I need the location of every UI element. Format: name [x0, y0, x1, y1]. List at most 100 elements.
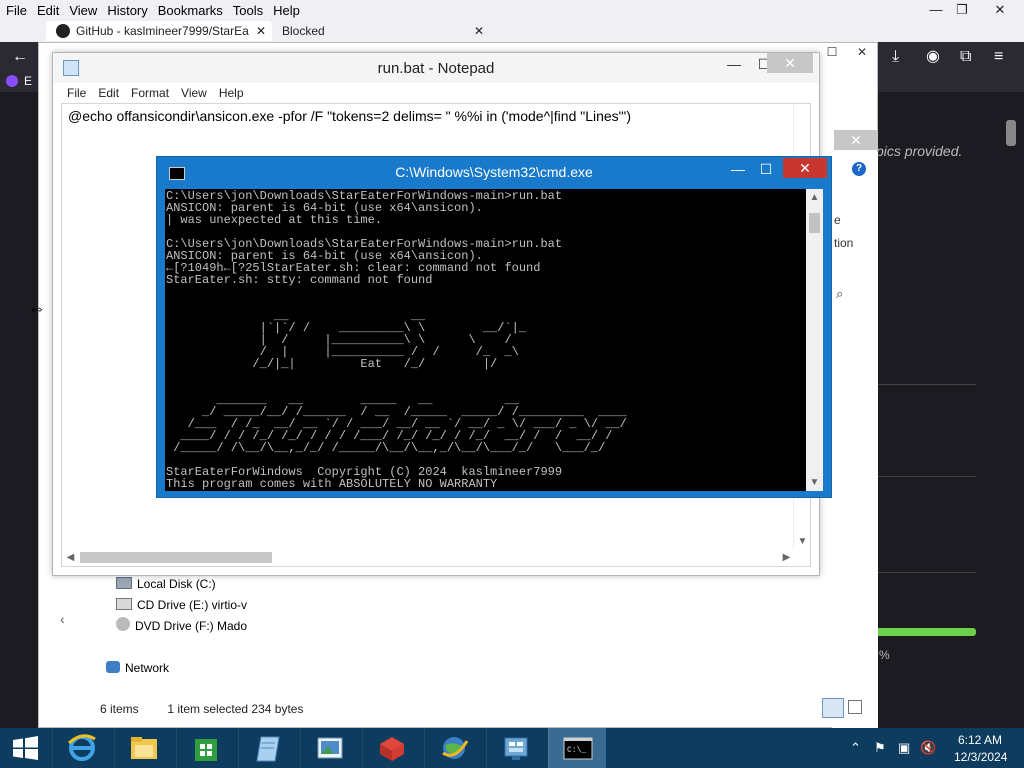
cmd-minimize-button[interactable]: —: [725, 160, 751, 178]
notepad-minimize-button[interactable]: —: [719, 53, 749, 75]
menu-bookmarks[interactable]: Bookmarks: [153, 3, 228, 18]
menu-view[interactable]: View: [64, 3, 102, 18]
dvd-drive-icon: [116, 617, 130, 631]
percent-fragment: %: [879, 648, 890, 662]
notepad-menu-view[interactable]: View: [175, 86, 213, 100]
tab-close-icon[interactable]: ✕: [256, 21, 266, 41]
menu-history[interactable]: History: [102, 3, 152, 18]
notepad-close-button[interactable]: ✕: [767, 53, 813, 73]
divider: [878, 572, 976, 573]
details-text-fragment: e: [834, 213, 841, 227]
cmd-icon: C:\_: [563, 737, 593, 760]
tree-item-label: Network: [125, 661, 170, 675]
tab-github[interactable]: GitHub - kaslmineer7999/StarEa ✕: [46, 21, 272, 41]
store-icon: [195, 739, 217, 761]
collapse-arrow-icon[interactable]: ‹: [60, 611, 65, 627]
clock-date[interactable]: 12/3/2024: [954, 750, 1007, 764]
explorer-maximize-button[interactable]: ☐: [817, 43, 847, 63]
scroll-up-arrow-icon[interactable]: ▲: [806, 189, 823, 206]
cmd-console[interactable]: C:\Users\jon\Downloads\StarEaterForWindo…: [165, 189, 806, 491]
tree-item-dvd-drive[interactable]: DVD Drive (F:) Mado: [116, 617, 247, 635]
notepad-menu-format[interactable]: Format: [125, 86, 175, 100]
explorer-status-bar: 6 items 1 item selected 234 bytes: [100, 702, 303, 716]
taskbar-internet-explorer[interactable]: [52, 728, 110, 768]
menu-file[interactable]: File: [0, 3, 32, 18]
tree-item-label: CD Drive (E:) virtio-v: [137, 598, 247, 612]
notepad-icon: [256, 736, 280, 762]
cmd-scrollbar[interactable]: ▲ ▼: [806, 189, 823, 491]
volume-muted-icon[interactable]: 🔇: [920, 740, 936, 756]
back-icon[interactable]: ←: [12, 47, 28, 67]
cmd-maximize-button[interactable]: ☐: [753, 160, 779, 178]
tree-item-local-disk[interactable]: Local Disk (C:): [116, 575, 216, 593]
tree-item-network[interactable]: Network: [106, 659, 169, 677]
large-icons-view-button[interactable]: [848, 700, 862, 714]
taskbar-cmd[interactable]: C:\_: [548, 728, 606, 768]
dialog-close-button[interactable]: ✕: [834, 130, 878, 150]
clock-time[interactable]: 6:12 AM: [958, 733, 1002, 747]
notepad-content[interactable]: @echo offansicondir\ansicon.exe -pfor /F…: [68, 108, 631, 124]
download-icon[interactable]: ⤓: [892, 47, 899, 67]
taskbar-photos[interactable]: [300, 728, 358, 768]
control-panel-icon: [504, 737, 528, 760]
taskbar-store[interactable]: [176, 728, 234, 768]
scrollbar-thumb[interactable]: [809, 213, 820, 233]
scroll-down-arrow-icon[interactable]: ▼: [794, 533, 811, 550]
tab-close-icon[interactable]: ✕: [474, 21, 484, 41]
scroll-right-arrow-icon[interactable]: ▶: [778, 549, 795, 566]
network-icon: [106, 661, 120, 673]
firefox-close-button[interactable]: ✕: [984, 0, 1016, 20]
notepad-titlebar[interactable]: run.bat - Notepad — ☐: [53, 53, 819, 83]
notepad-menu-help[interactable]: Help: [213, 86, 250, 100]
menu-icon[interactable]: ≡: [994, 47, 1003, 67]
taskbar-red-app[interactable]: [362, 728, 420, 768]
globe-icon: [442, 737, 469, 759]
scroll-down-arrow-icon[interactable]: ▼: [806, 474, 823, 491]
resize-cursor-icon: ⇔: [28, 298, 46, 318]
cmd-titlebar[interactable]: C:\Windows\System32\cmd.exe — ☐: [157, 157, 831, 189]
explorer-close-button[interactable]: ✕: [847, 43, 877, 63]
network-status-icon[interactable]: ▣: [898, 740, 910, 756]
bookmark-label[interactable]: E: [24, 74, 32, 88]
page-scrollbar[interactable]: [1006, 120, 1016, 146]
show-hidden-icons-chevron-icon[interactable]: ⌃: [850, 740, 861, 756]
menu-help[interactable]: Help: [268, 3, 305, 18]
status-selection: 1 item selected 234 bytes: [167, 702, 304, 716]
taskbar-notepad[interactable]: [238, 728, 296, 768]
internet-explorer-icon: [67, 734, 96, 761]
menu-tools[interactable]: Tools: [228, 3, 268, 18]
cmd-output: C:\Users\jon\Downloads\StarEaterForWindo…: [166, 189, 627, 491]
extensions-icon[interactable]: ⧉: [960, 47, 971, 67]
cd-drive-icon: [116, 598, 132, 610]
notepad-menu-edit[interactable]: Edit: [92, 86, 125, 100]
tab-blocked[interactable]: Blocked ✕: [280, 21, 490, 41]
taskbar: C:\_ ⌃ ⚑ ▣ 🔇 6:12 AM 12/3/2024: [0, 728, 1024, 768]
firefox-restore-button[interactable]: ❐: [946, 0, 978, 20]
start-button[interactable]: [0, 728, 50, 768]
account-icon[interactable]: ◉: [926, 47, 940, 67]
details-text-fragment: tion: [834, 236, 854, 250]
scrollbar-thumb[interactable]: [80, 552, 272, 563]
tree-item-label: Local Disk (C:): [137, 577, 216, 591]
taskbar-file-explorer[interactable]: [114, 728, 172, 768]
taskbar-control-panel[interactable]: [486, 728, 544, 768]
menu-edit[interactable]: Edit: [32, 3, 64, 18]
svg-text:C:\_: C:\_: [567, 746, 586, 755]
scroll-left-arrow-icon[interactable]: ◀: [62, 549, 79, 566]
help-icon[interactable]: ?: [852, 162, 866, 176]
tree-item-cd-drive[interactable]: CD Drive (E:) virtio-v: [116, 596, 247, 614]
search-icon[interactable]: ⌕: [836, 286, 856, 304]
taskbar-globe-app[interactable]: [424, 728, 482, 768]
windows-logo-icon: [13, 736, 38, 760]
status-item-count: 6 items: [100, 702, 139, 716]
details-view-button[interactable]: [822, 698, 844, 718]
notepad-title: run.bat - Notepad: [377, 60, 495, 77]
bookmark-icon[interactable]: [6, 75, 18, 87]
action-center-flag-icon[interactable]: ⚑: [874, 740, 886, 756]
notepad-horizontal-scrollbar[interactable]: ◀ ▶: [62, 549, 795, 566]
divider: [878, 476, 976, 477]
firefox-menubar: File Edit View History Bookmarks Tools H…: [0, 0, 1024, 20]
notepad-menu-file[interactable]: File: [61, 86, 92, 100]
cmd-close-button[interactable]: ✕: [783, 158, 827, 178]
divider: [878, 384, 976, 385]
